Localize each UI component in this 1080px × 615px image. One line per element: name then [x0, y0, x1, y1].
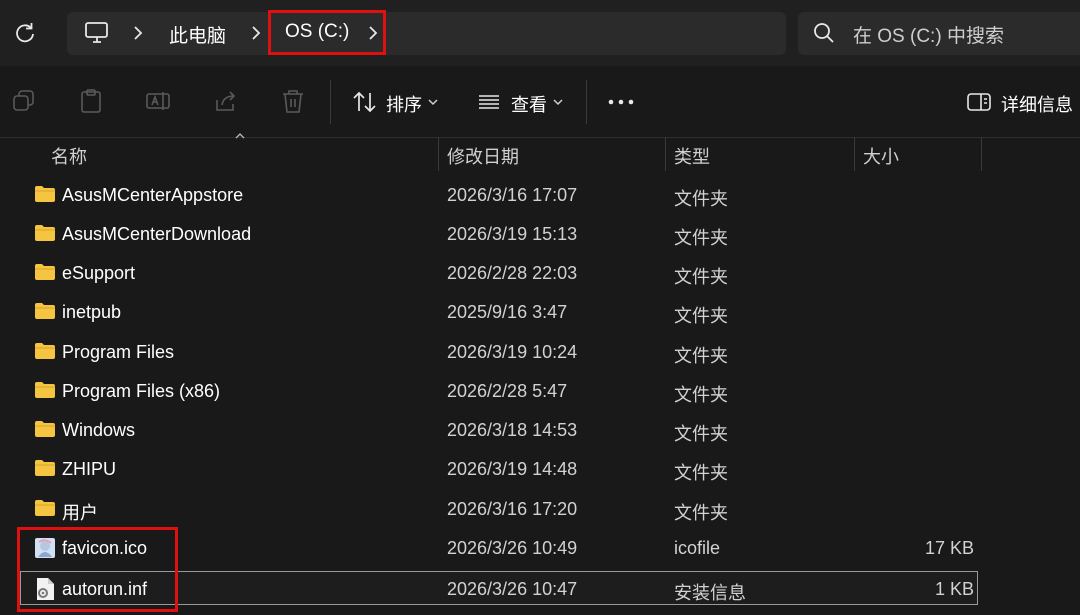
delete-button[interactable] [280, 88, 306, 114]
column-header-name[interactable]: 名称 [51, 143, 87, 169]
image-file-icon [34, 537, 56, 559]
sort-icon [352, 89, 378, 115]
file-date: 2026/3/19 10:24 [447, 342, 578, 362]
file-type: 文件夹 [674, 267, 728, 287]
copy-button[interactable] [11, 88, 37, 114]
file-type: 文件夹 [674, 463, 728, 483]
chevron-down-icon [427, 97, 439, 107]
file-type: icofile [674, 538, 721, 558]
share-button[interactable] [213, 88, 239, 114]
search-icon [812, 21, 836, 45]
breadcrumb-chevron-icon[interactable] [366, 23, 380, 43]
file-row[interactable]: eSupport 2026/2/28 22:03 文件夹 [20, 255, 978, 292]
rename-icon [146, 92, 170, 110]
breadcrumb-chevron-icon[interactable] [249, 23, 263, 43]
folder-icon [34, 262, 56, 282]
file-row[interactable]: ZHIPU 2026/3/19 14:48 文件夹 [20, 451, 978, 488]
refresh-button[interactable] [10, 19, 40, 47]
search-input[interactable]: 在 OS (C:) 中搜索 [853, 21, 1004, 48]
file-date: 2026/3/26 10:47 [447, 579, 578, 599]
file-date: 2026/3/26 10:49 [447, 538, 578, 558]
file-date: 2026/3/16 17:20 [447, 499, 578, 519]
file-date: 2025/9/16 3:47 [447, 302, 568, 322]
file-row[interactable]: 用户 2026/3/16 17:20 文件夹 [20, 491, 978, 528]
file-name: autorun.inf [62, 579, 148, 599]
file-row[interactable]: AsusMCenterDownload 2026/3/19 15:13 文件夹 [20, 216, 978, 253]
file-date: 2026/2/28 22:03 [447, 263, 578, 283]
file-size: 17 KB [925, 538, 975, 558]
column-header-date[interactable]: 修改日期 [447, 143, 519, 169]
trash-icon [283, 90, 303, 113]
file-row[interactable]: favicon.ico 2026/3/26 10:49 icofile 17 K… [20, 530, 978, 567]
file-date: 2026/2/28 5:47 [447, 381, 568, 401]
file-date: 2026/3/16 17:07 [447, 185, 578, 205]
folder-icon [34, 380, 56, 400]
folder-icon [34, 419, 56, 439]
file-row[interactable]: autorun.inf 2026/3/26 10:47 安装信息 1 KB [20, 571, 978, 605]
folder-icon [34, 184, 56, 204]
file-type: 文件夹 [674, 385, 728, 405]
column-divider[interactable] [438, 137, 439, 171]
folder-icon [34, 458, 56, 478]
more-options-button[interactable] [608, 97, 634, 107]
column-header-size[interactable]: 大小 [863, 143, 899, 169]
file-row[interactable]: Program Files 2026/3/19 10:24 文件夹 [20, 334, 978, 371]
breadcrumb-chevron-icon[interactable] [131, 23, 145, 43]
column-header-type[interactable]: 类型 [674, 143, 710, 169]
chevron-down-icon [552, 97, 564, 107]
column-divider[interactable] [854, 137, 855, 171]
more-icon [608, 99, 634, 105]
copy-icon [13, 90, 34, 111]
file-row[interactable]: AsusMCenterAppstore 2026/3/16 17:07 文件夹 [20, 177, 978, 214]
settings-file-icon [34, 577, 56, 601]
file-name: ZHIPU [62, 459, 116, 479]
sort-button[interactable]: 排序 [386, 91, 422, 117]
file-size: 1 KB [935, 579, 975, 599]
file-row[interactable]: Program Files (x86) 2026/2/28 5:47 文件夹 [20, 373, 978, 410]
file-date: 2026/3/18 14:53 [447, 420, 578, 440]
file-type: 文件夹 [674, 346, 728, 366]
file-name: eSupport [62, 263, 136, 283]
file-name: Windows [62, 420, 136, 440]
file-type: 文件夹 [674, 228, 728, 248]
file-name: Program Files [62, 342, 175, 362]
toolbar-divider [330, 80, 331, 124]
paste-icon [81, 89, 101, 113]
file-row[interactable]: inetpub 2025/9/16 3:47 文件夹 [20, 294, 978, 331]
file-name: inetpub [62, 302, 122, 322]
folder-icon [34, 301, 56, 321]
view-button[interactable]: 查看 [511, 91, 547, 117]
file-name: Program Files (x86) [62, 381, 221, 401]
file-name: AsusMCenterAppstore [62, 185, 244, 205]
share-icon [216, 91, 236, 111]
file-type: 安装信息 [674, 583, 746, 603]
column-divider[interactable] [665, 137, 666, 171]
file-name: AsusMCenterDownload [62, 224, 252, 244]
sort-ascending-indicator-icon [234, 132, 246, 140]
paste-button[interactable] [78, 88, 104, 114]
file-name: 用户 [62, 503, 98, 523]
details-pane-icon [966, 90, 992, 114]
folder-icon [34, 498, 56, 518]
file-name: favicon.ico [62, 538, 148, 558]
view-icon [477, 90, 501, 114]
file-date: 2026/3/19 15:13 [447, 224, 578, 244]
computer-icon[interactable] [84, 20, 110, 46]
file-row[interactable]: Windows 2026/3/18 14:53 文件夹 [20, 412, 978, 449]
refresh-icon [16, 23, 34, 43]
file-type: 文件夹 [674, 189, 728, 209]
toolbar-divider [586, 80, 587, 124]
file-type: 文件夹 [674, 306, 728, 326]
file-type: 文件夹 [674, 424, 728, 444]
folder-icon [34, 341, 56, 361]
file-date: 2026/3/19 14:48 [447, 459, 578, 479]
breadcrumb-this-pc[interactable]: 此电脑 [169, 21, 226, 48]
breadcrumb-os-c[interactable]: OS (C:) [285, 21, 349, 43]
column-divider[interactable] [981, 137, 982, 171]
rename-button[interactable] [145, 88, 171, 114]
folder-icon [34, 223, 56, 243]
details-pane-button[interactable]: 详细信息 [1001, 91, 1073, 117]
file-type: 文件夹 [674, 503, 728, 523]
